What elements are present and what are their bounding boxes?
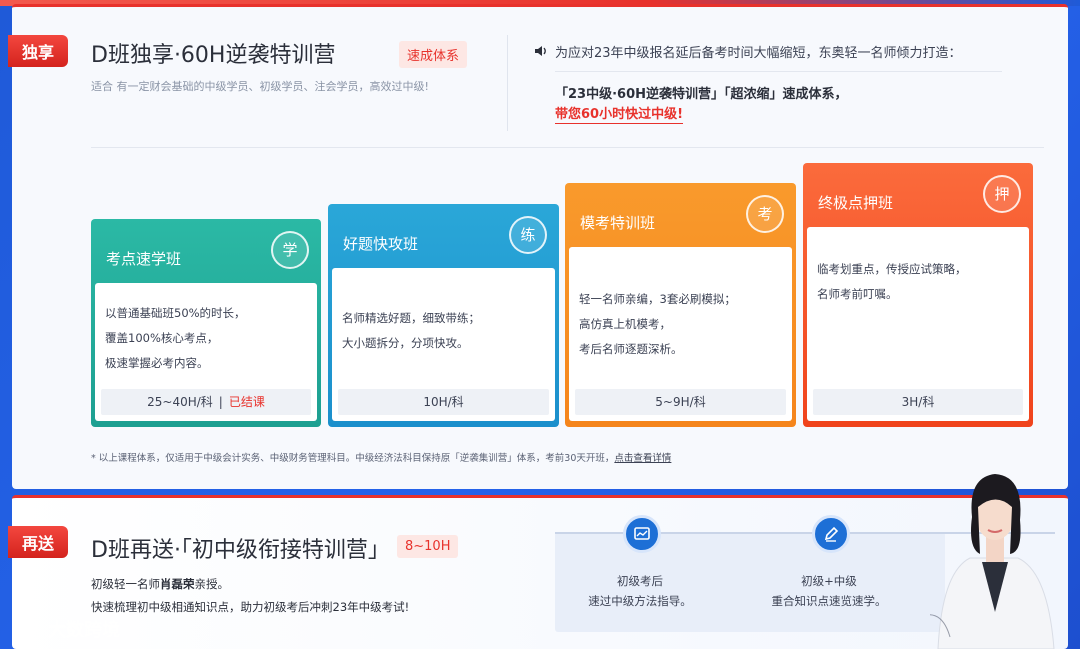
card-line: 覆盖100%核心考点，	[105, 331, 219, 345]
footnote: * 以上课程体系，仅适用于中级会计实务、中级财务管理科目。中级经济法科目保持原「…	[91, 450, 671, 464]
speed-system-badge: 速成体系	[399, 41, 468, 68]
card-line: 临考划重点，传授应试策略，	[817, 262, 967, 276]
card-footer: 10H/科	[338, 389, 549, 415]
teacher-line: 初级轻一名师肖磊荣亲授。	[91, 577, 229, 591]
exclusive-title: D班独享·60H逆袭特训营	[91, 43, 336, 68]
card-line: 考后名师逐题深析。	[579, 342, 683, 356]
footnote-text: * 以上课程体系，仅适用于中级会计实务、中级财务管理科目。中级经济法科目保持原「…	[91, 453, 615, 464]
card-title: 好题快攻班	[343, 235, 419, 253]
card-title: 考点速学班	[106, 250, 182, 268]
section-divider	[91, 147, 1044, 148]
card-line: 大小题拆分，分项快攻。	[342, 336, 469, 350]
card-line: 名师考前叮嘱。	[817, 287, 898, 301]
teacher-name: 肖磊荣	[160, 577, 195, 591]
card-hours: 25~40H/科	[147, 395, 213, 409]
exclusive-tag: 独享	[8, 35, 69, 67]
notice-line2: 「23中级·60H逆袭特训营」「超浓缩」速成体系，	[555, 87, 848, 102]
card-hours: 10H/科	[423, 395, 464, 409]
notice-divider	[555, 71, 1002, 72]
feature-2-text: 初级+中级 重合知识点速览速学。	[771, 574, 887, 608]
speaker-icon	[535, 46, 546, 56]
card-footer: 3H/科	[813, 389, 1023, 415]
card-hours: 3H/科	[901, 395, 935, 409]
practice-icon: 练	[509, 216, 547, 254]
chart-icon	[623, 515, 661, 553]
details-link[interactable]: 点击查看详情	[614, 453, 671, 464]
course-card-kaodian[interactable]: 考点速学班 学 以普通基础班50%的时长， 覆盖100%核心考点， 极速掌握必考…	[91, 219, 321, 427]
bonus-title: D班再送·「初中级衔接特训营」	[91, 538, 390, 563]
pen-icon	[812, 515, 850, 553]
card-hours: 5~9H/科	[655, 395, 706, 409]
card-footer: 5~9H/科	[575, 389, 786, 415]
card-body: 以普通基础班50%的时长， 覆盖100%核心考点， 极速掌握必考内容。 25~4…	[95, 283, 317, 421]
bonus-tag: 再送	[8, 526, 69, 558]
watermark-text: 大数跨境	[48, 620, 120, 641]
press-icon: 押	[983, 175, 1021, 213]
card-line: 极速掌握必考内容。	[105, 356, 209, 370]
hours-badge: 8~10H	[397, 535, 459, 558]
feature-1-text: 初级考后 速过中级方法指导。	[588, 574, 692, 608]
notice-line3: 带您60小时快过中级!	[555, 103, 684, 124]
watermark-icon	[14, 622, 38, 637]
exclusive-subtitle: 适合 有一定财会基础的中级学员、初级学员、注会学员，高效过中级!	[91, 80, 429, 93]
course-card-haoti[interactable]: 好题快攻班 练 名师精选好题，细致带练； 大小题拆分，分项快攻。 10H/科	[328, 204, 559, 427]
card-title: 终极点押班	[818, 194, 894, 212]
card-body: 轻一名师亲编，3套必刷模拟； 高仿真上机模考， 考后名师逐题深析。 5~9H/科	[569, 247, 792, 421]
course-card-dianya[interactable]: 终极点押班 押 临考划重点，传授应试策略， 名师考前叮嘱。 3H/科	[803, 163, 1033, 427]
header-divider	[507, 35, 508, 131]
course-ended-label: 已结课	[228, 395, 265, 409]
card-line: 轻一名师亲编，3套必刷模拟；	[579, 292, 736, 306]
exam-icon: 考	[746, 195, 784, 233]
card-line: 名师精选好题，细致带练；	[342, 311, 480, 325]
card-body: 名师精选好题，细致带练； 大小题拆分，分项快攻。 10H/科	[332, 268, 555, 421]
card-line: 高仿真上机模考，	[579, 317, 671, 331]
card-line: 以普通基础班50%的时长，	[105, 306, 246, 320]
card-body: 临考划重点，传授应试策略， 名师考前叮嘱。 3H/科	[807, 227, 1029, 421]
course-card-mokao[interactable]: 模考特训班 考 轻一名师亲编，3套必刷模拟； 高仿真上机模考， 考后名师逐题深析…	[565, 183, 796, 427]
card-title: 模考特训班	[580, 214, 656, 232]
teacher-portrait	[930, 474, 1055, 649]
study-icon: 学	[271, 231, 309, 269]
bonus-desc: 快速梳理初中级相通知识点，助力初级考后冲刺23年中级考试!	[91, 600, 410, 614]
card-footer: 25~40H/科 | 已结课	[101, 389, 311, 415]
notice-line1: 为应对23年中级报名延后备考时间大幅缩短，东奥轻一名师倾力打造：	[555, 46, 962, 61]
